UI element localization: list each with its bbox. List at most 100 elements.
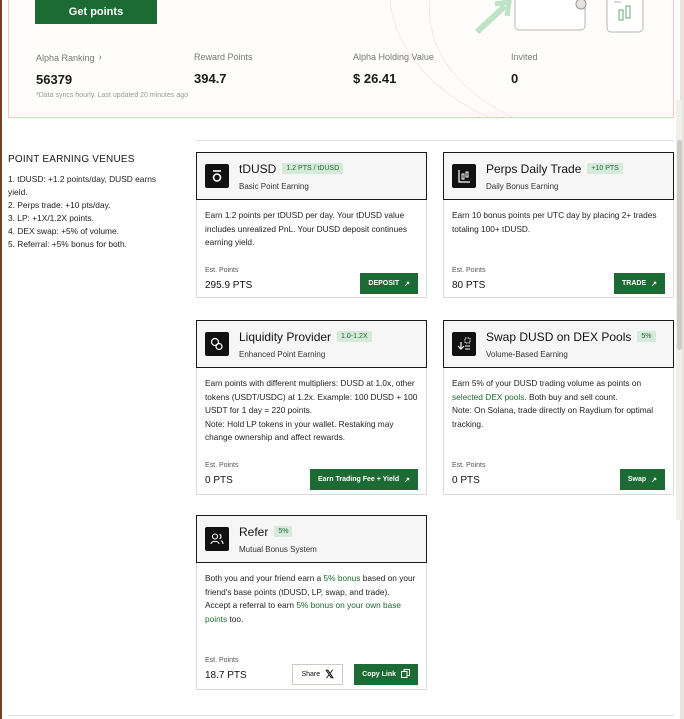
card-header: Liquidity Provider 1.0-1.2X Enhanced Poi… xyxy=(196,320,427,368)
card-swap-dusd: Swap DUSD on DEX Pools 5% Volume-Based E… xyxy=(443,320,674,495)
est-points-label: Est. Points xyxy=(205,267,239,274)
trade-button[interactable]: TRADE ↗ xyxy=(614,273,665,294)
bottom-divider xyxy=(8,715,674,716)
card-subtitle: Enhanced Point Earning xyxy=(239,349,326,359)
card-badge: +10 PTS xyxy=(587,163,623,174)
stat-label: Reward Points xyxy=(194,52,253,62)
chevron-right-icon: › xyxy=(98,52,102,63)
est-points-value: 0 PTS xyxy=(205,475,233,486)
point-earning-venues: POINT EARNING VENUES 1. tDUSD: +1.2 poin… xyxy=(8,154,168,251)
card-header: Swap DUSD on DEX Pools 5% Volume-Based E… xyxy=(443,320,674,368)
est-points-label: Est. Points xyxy=(452,267,486,274)
card-header: tDUSD 1.2 PTS / tDUSD Basic Point Earnin… xyxy=(196,152,427,200)
button-label: Swap xyxy=(627,476,647,483)
card-liquidity-provider: Liquidity Provider 1.0-1.2X Enhanced Poi… xyxy=(196,320,427,495)
venue-item: 1. tDUSD: +1.2 points/day, DUSD earns yi… xyxy=(8,174,157,197)
card-description: Earn 5% of your DUSD trading volume as p… xyxy=(452,377,665,404)
users-icon xyxy=(205,527,229,551)
card-title: Refer xyxy=(239,524,269,539)
card-description: Earn points with different multipliers: … xyxy=(205,378,418,415)
stat-value: $ 26.41 xyxy=(353,71,397,86)
card-subtitle: Mutual Bonus System xyxy=(239,544,317,554)
stat-label: Alpha Holding Value xyxy=(353,52,434,62)
earn-trading-fee-button[interactable]: Earn Trading Fee + Yield ↗ xyxy=(310,469,418,490)
est-points-value: 0 PTS xyxy=(452,475,480,486)
card-body: Earn points with different multipliers: … xyxy=(196,368,427,495)
card-description: Both you and your friend earn a 5% bonus… xyxy=(205,572,418,599)
button-label: Share xyxy=(301,671,321,678)
button-label: Copy Link xyxy=(362,671,396,678)
stat-value: 0 xyxy=(511,71,519,86)
card-title: Perps Daily Trade xyxy=(486,161,582,176)
stat-alpha-ranking[interactable]: Alpha Ranking › 56379 xyxy=(36,52,102,87)
stat-alpha-holding-value: Alpha Holding Value $ 26.41 xyxy=(353,52,434,86)
stat-reward-points: Reward Points 394.7 xyxy=(194,52,253,86)
card-subtitle: Basic Point Earning xyxy=(239,181,309,191)
venue-item: 4. DEX swap: +5% of volume. xyxy=(8,226,120,236)
card-refer: Refer 5% Mutual Bonus System Both you an… xyxy=(196,515,427,690)
venue-item: 3. LP: +1X/1.2X points. xyxy=(8,213,94,223)
deposit-button[interactable]: DEPOSIT ↗ xyxy=(360,273,418,294)
window-left-edge xyxy=(0,0,2,719)
card-body: Both you and your friend earn a 5% bonus… xyxy=(196,563,427,690)
venue-item: 2. Perps trade: +10 pts/day. xyxy=(8,200,111,210)
venue-item: 5. Referral: +5% bonus for both. xyxy=(8,239,127,249)
card-description-2: Accept a referral to earn 5% bonus on yo… xyxy=(205,599,418,626)
button-label: DEPOSIT xyxy=(368,280,400,287)
button-label: Earn Trading Fee + Yield xyxy=(318,476,400,483)
est-points-value: 295.9 PTS xyxy=(205,280,253,291)
card-perps-daily-trade: Perps Daily Trade +10 PTS Daily Bonus Ea… xyxy=(443,152,674,298)
card-body: Earn 5% of your DUSD trading volume as p… xyxy=(443,368,674,495)
card-title: Liquidity Provider xyxy=(239,329,332,344)
card-description: Earn 10 bonus points per UTC day by plac… xyxy=(452,210,657,234)
card-title: Swap DUSD on DEX Pools xyxy=(486,329,632,344)
desc-text: Both you and your friend earn a xyxy=(205,573,324,583)
button-label: TRADE xyxy=(622,280,647,287)
est-points-value: 18.7 PTS xyxy=(205,670,247,681)
stat-value: 394.7 xyxy=(194,71,227,86)
stat-label: Invited xyxy=(511,52,538,62)
arrow-up-right-icon: ↗ xyxy=(404,476,410,484)
chart-candle-icon xyxy=(452,164,476,188)
card-subtitle: Daily Bonus Earning xyxy=(486,181,559,191)
venues-title: POINT EARNING VENUES xyxy=(8,154,135,165)
desc-text: . Both buy and sell count. xyxy=(524,391,618,402)
card-tdusd: tDUSD 1.2 PTS / tDUSD Basic Point Earnin… xyxy=(196,152,427,298)
card-badge: 5% xyxy=(274,526,293,537)
scrollbar-thumb[interactable] xyxy=(677,140,682,350)
arrow-up-right-icon: ↗ xyxy=(404,280,410,288)
arrow-up-right-icon: ↗ xyxy=(651,280,657,288)
desc-text: Earn 5% of your DUSD trading volume as p… xyxy=(452,378,642,388)
stat-label: Alpha Ranking xyxy=(36,52,95,63)
card-body: Earn 1.2 points per tDUSD per day. Your … xyxy=(196,200,427,298)
selected-dex-pools-link[interactable]: selected DEX pools xyxy=(452,392,524,402)
card-badge: 1.2 PTS / tDUSD xyxy=(282,163,344,174)
copy-icon xyxy=(401,669,410,680)
x-logo-icon: 𝕏 xyxy=(325,669,334,681)
card-title: tDUSD xyxy=(239,161,277,176)
desc-highlight: 5% bonus xyxy=(323,573,361,583)
card-note: Note: Hold LP tokens in your wallet. Res… xyxy=(205,418,394,443)
card-subtitle: Volume-Based Earning xyxy=(486,349,568,359)
sync-note: *Data syncs hourly. Last updated 20 minu… xyxy=(36,92,189,99)
swap-button[interactable]: Swap ↗ xyxy=(619,469,665,490)
get-points-button[interactable]: Get points xyxy=(35,0,157,24)
stat-value: 56379 xyxy=(36,72,73,87)
card-body: Earn 10 bonus points per UTC day by plac… xyxy=(443,200,674,298)
stat-invited: Invited 0 xyxy=(511,52,538,86)
wallet-illustration-icon xyxy=(474,0,644,34)
card-description: Earn 1.2 points per tDUSD per day. Your … xyxy=(205,210,408,247)
est-points-label: Est. Points xyxy=(452,462,486,469)
share-button[interactable]: Share 𝕏 xyxy=(292,664,343,685)
coins-icon xyxy=(205,332,229,356)
card-note: Note: On Solana, trade directly on Raydi… xyxy=(452,405,654,429)
arrow-up-right-icon: ↗ xyxy=(651,476,657,484)
card-badge: 1.0-1.2X xyxy=(337,331,372,342)
section-divider xyxy=(196,140,674,141)
est-points-label: Est. Points xyxy=(205,657,239,664)
copy-link-button[interactable]: Copy Link xyxy=(354,664,418,685)
desc-text: Accept a referral to earn xyxy=(205,600,297,610)
points-summary-panel: Get points Alpha Ranking › 56379 Reward P… xyxy=(8,0,674,118)
est-points-label: Est. Points xyxy=(205,462,239,469)
card-header: Perps Daily Trade +10 PTS Daily Bonus Ea… xyxy=(443,152,674,200)
